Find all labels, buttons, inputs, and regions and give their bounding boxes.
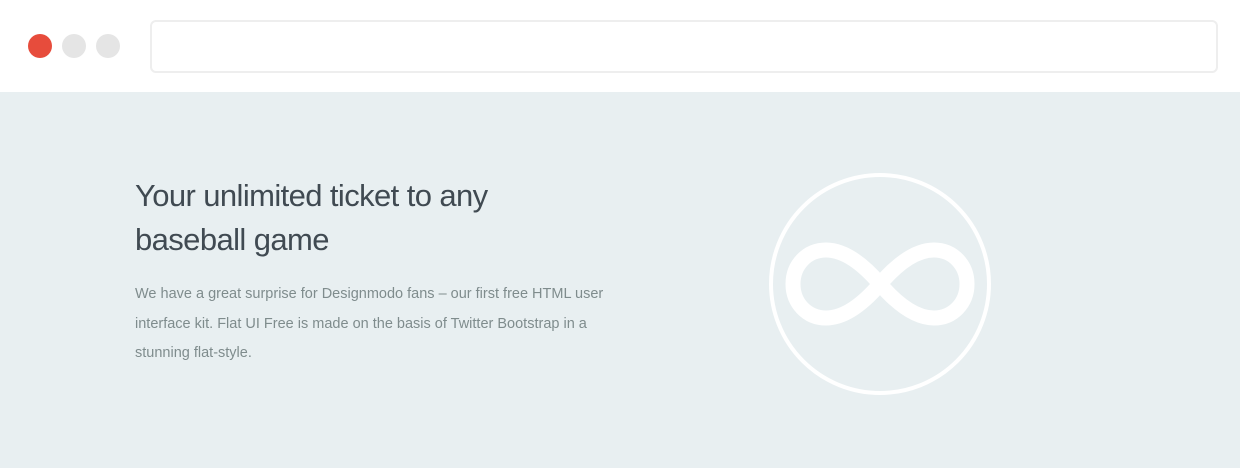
infinity-loop: [785, 242, 975, 326]
hero-section: Your unlimited ticket to any baseball ga…: [0, 92, 1240, 468]
hero-headline: Your unlimited ticket to any baseball ga…: [135, 178, 488, 257]
address-bar-input[interactable]: [150, 20, 1218, 73]
window-maximize-button[interactable]: [96, 34, 120, 58]
browser-toolbar: [0, 0, 1240, 92]
infinity-icon: [766, 170, 994, 398]
hero-description: We have a great surprise for Designmodo …: [135, 286, 604, 361]
window-close-button[interactable]: [28, 34, 52, 58]
window-minimize-button[interactable]: [62, 34, 86, 58]
